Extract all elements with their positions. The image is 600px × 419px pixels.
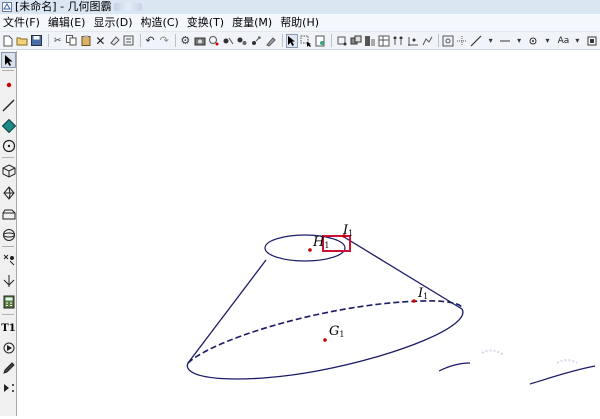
app-icon [2,2,12,12]
construct-d-icon[interactable] [250,34,262,48]
pointer-icon[interactable] [285,33,299,48]
color-icon[interactable] [586,34,598,48]
path-icon[interactable] [421,34,433,48]
toolbar-separator [331,34,333,47]
toolbar-separator [437,34,439,47]
sphere-icon[interactable] [1,227,16,243]
camera-icon[interactable] [193,34,206,48]
cube-icon[interactable] [1,163,16,179]
menu-view[interactable]: 显示(D) [90,14,137,31]
point-g1[interactable] [323,338,327,342]
text-style-dropdown-icon[interactable]: ▾ [571,34,583,48]
prism-icon[interactable] [1,206,16,222]
right-slant-edge [343,236,463,310]
palette-separator [2,157,14,158]
format-icon[interactable] [123,34,135,48]
palette-separator [2,246,14,247]
polygon-icon[interactable] [1,118,16,134]
cut-icon[interactable]: ✂ [52,34,64,48]
grid-cross-icon[interactable] [456,34,468,48]
select-region-icon[interactable] [300,34,312,48]
calculator-icon[interactable] [1,294,16,310]
palette-separator [2,314,14,315]
animation-icon[interactable] [1,340,16,356]
circle-icon[interactable] [1,138,16,154]
left-slant-edge [187,259,267,364]
stray-stroke-1 [438,362,471,372]
label-i1-top: I1 [342,223,353,238]
toolbar-separator [47,34,49,47]
toolbar: ✂ ✕ ↶ ↷ ⚙ ▾ ▾ ▾ Aa ▾ [0,32,600,50]
tool-palette: T1 [0,51,17,416]
select-arrow-icon[interactable] [1,52,16,68]
text-style-button[interactable]: Aa [558,36,570,46]
table-icon[interactable] [378,34,390,48]
menu-construct[interactable]: 构造(C) [138,14,184,31]
construct-c-icon[interactable] [236,34,248,48]
point-icon[interactable] [1,77,16,93]
point-style-icon[interactable] [527,34,539,48]
line-weight-icon[interactable] [499,34,511,48]
new-file-icon[interactable] [2,34,14,48]
redo-icon[interactable]: ↷ [158,34,170,48]
line-style-dropdown-icon[interactable]: ▾ [485,34,497,48]
transform-icon[interactable] [1,252,16,268]
menu-bar: 文件(F) 编辑(E) 显示(D) 构造(C) 变换(T) 度量(M) 帮助(H… [0,14,600,32]
title-blur-region [113,3,142,11]
bottom-ellipse-back [187,300,463,364]
title-bar: [未命名] - 几何图霸 [0,0,600,14]
more-tools-icon[interactable] [1,380,16,396]
menu-edit[interactable]: 编辑(E) [45,14,91,31]
delete-icon[interactable]: ✕ [94,34,106,48]
toolbar-separator [281,34,283,47]
frame-icon[interactable] [442,34,454,48]
window-title: [未命名] - 几何图霸 [15,0,112,13]
point-i1-bottom[interactable] [412,299,416,303]
undo-icon[interactable]: ↶ [144,34,156,48]
construct-b-icon[interactable] [222,34,234,48]
text-tool-icon[interactable]: T1 [1,320,16,336]
eraser-icon[interactable] [108,34,120,48]
point-style-dropdown-icon[interactable]: ▾ [541,34,553,48]
settings-gear-icon[interactable]: ⚙ [179,34,191,48]
menu-measure[interactable]: 度量(M) [229,14,277,31]
segment-icon[interactable] [1,97,16,113]
construct-a-icon[interactable] [208,34,220,48]
toolbar-separator [139,34,141,47]
save-icon[interactable] [30,34,43,48]
pen-icon[interactable] [1,360,16,376]
menu-help[interactable]: 帮助(H) [277,14,324,31]
stray-stroke-2 [529,365,596,385]
paste-icon[interactable] [80,34,92,48]
rect-layer-icon[interactable] [364,34,376,48]
figure-svg: H1 I1 I1 G1 [186,223,596,385]
label-g1: G1 [329,324,344,339]
sequence-icon[interactable] [392,34,404,48]
drawing-canvas[interactable]: H1 I1 I1 G1 [17,51,600,416]
menu-file[interactable]: 文件(F) [0,14,45,31]
bottom-ellipse-front [186,308,464,380]
menu-transform[interactable]: 变换(T) [184,14,229,31]
toolbar-separator [175,34,177,47]
brush-icon[interactable] [265,34,277,48]
label-i1-bottom: I1 [417,286,428,301]
copy-icon[interactable] [66,34,78,48]
octahedron-icon[interactable] [1,185,16,201]
rect-fill-icon[interactable] [350,34,362,48]
top-ellipse [264,234,346,262]
document-icon[interactable] [314,34,326,48]
rect-point-icon[interactable] [335,34,347,48]
open-folder-icon[interactable] [16,34,28,48]
line-weight-dropdown-icon[interactable]: ▾ [513,34,525,48]
palette-separator [2,70,14,71]
faint-smudges [481,349,578,364]
line-style-icon[interactable] [470,34,482,48]
custom-tool-icon[interactable] [1,273,16,289]
axis-point-icon[interactable] [407,34,419,48]
point-h1[interactable] [308,248,312,252]
